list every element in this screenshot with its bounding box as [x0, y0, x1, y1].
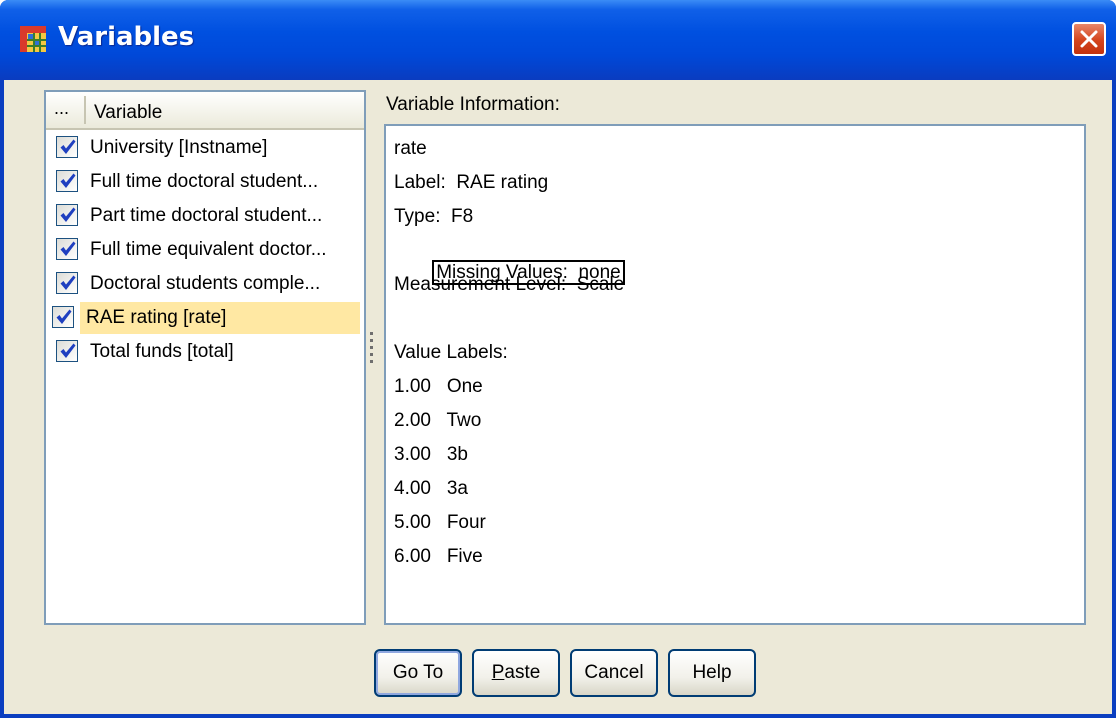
info-missing-values-row: Missing Values: none: [394, 240, 625, 306]
pane-splitter[interactable]: [370, 332, 374, 382]
info-variable-name: rate: [394, 138, 427, 159]
paste-label-rest: aste: [504, 662, 541, 683]
info-type: Type: F8: [394, 206, 474, 227]
variable-row[interactable]: RAE rating [rate]: [52, 302, 360, 334]
variable-row[interactable]: University [Instname]: [50, 132, 362, 164]
value-label-line: 5.00 Four: [394, 512, 486, 533]
info-label: Label: RAE rating: [394, 172, 549, 193]
help-button[interactable]: Help: [668, 649, 756, 697]
close-button[interactable]: [1072, 22, 1106, 56]
variable-row-label: Part time doctoral student...: [90, 205, 323, 226]
include-checkbox[interactable]: [56, 204, 78, 226]
variable-row-label: Full time equivalent doctor...: [90, 239, 327, 260]
dialog-body: ... Variable University [Instname] Full t…: [4, 80, 1112, 714]
variable-row[interactable]: Full time equivalent doctor...: [50, 234, 362, 266]
variable-information-panel[interactable]: rate Label: RAE rating Type: F8 Missing …: [384, 124, 1086, 625]
variable-list[interactable]: ... Variable University [Instname] Full t…: [44, 90, 366, 625]
value-label-line: 1.00 One: [394, 376, 483, 397]
variable-row[interactable]: Part time doctoral student...: [50, 200, 362, 232]
checkmark-icon: [60, 207, 76, 222]
spss-data-grid-icon: [20, 26, 46, 52]
checkmark-icon: [60, 275, 76, 290]
value-label-line: 6.00 Five: [394, 546, 483, 567]
go-to-button[interactable]: Go To: [374, 649, 462, 697]
checkmark-icon: [60, 241, 76, 256]
variable-row[interactable]: Total funds [total]: [50, 336, 362, 368]
include-checkbox[interactable]: [56, 136, 78, 158]
variable-row[interactable]: Doctoral students comple...: [50, 268, 362, 300]
header-variable-column[interactable]: Variable: [94, 102, 162, 124]
header-dots-column[interactable]: ...: [54, 98, 69, 119]
variable-row[interactable]: Full time doctoral student...: [50, 166, 362, 198]
window-title: Variables: [58, 22, 195, 52]
include-checkbox[interactable]: [56, 238, 78, 260]
checkmark-icon: [60, 173, 76, 188]
variable-information-heading: Variable Information:: [386, 94, 560, 115]
paste-button[interactable]: Paste: [472, 649, 560, 697]
title-bar[interactable]: Variables: [0, 0, 1116, 80]
variable-list-header: ... Variable: [46, 92, 364, 130]
paste-mnemonic: P: [491, 662, 505, 683]
cancel-button[interactable]: Cancel: [570, 649, 658, 697]
include-checkbox[interactable]: [56, 170, 78, 192]
value-label-line: 4.00 3a: [394, 478, 468, 499]
variable-row-label: University [Instname]: [90, 137, 268, 158]
checkmark-icon: [60, 343, 76, 358]
variables-dialog: Variables ... Variable University [Instn…: [0, 0, 1116, 718]
checkmark-icon: [60, 139, 76, 154]
info-measurement-level: Measurement Level: Scale: [394, 274, 625, 295]
include-checkbox[interactable]: [56, 272, 78, 294]
variable-row-label: Full time doctoral student...: [90, 171, 319, 192]
include-checkbox[interactable]: [52, 306, 74, 328]
checkmark-icon: [56, 309, 72, 324]
info-value-labels-heading: Value Labels:: [394, 342, 508, 363]
header-separator[interactable]: [84, 96, 86, 124]
variable-row-label: Total funds [total]: [90, 341, 234, 362]
value-label-line: 3.00 3b: [394, 444, 468, 465]
include-checkbox[interactable]: [56, 340, 78, 362]
value-label-line: 2.00 Two: [394, 410, 482, 431]
variable-row-label: RAE rating [rate]: [84, 306, 350, 330]
variable-row-label: Doctoral students comple...: [90, 273, 321, 294]
close-icon: [1080, 30, 1098, 48]
